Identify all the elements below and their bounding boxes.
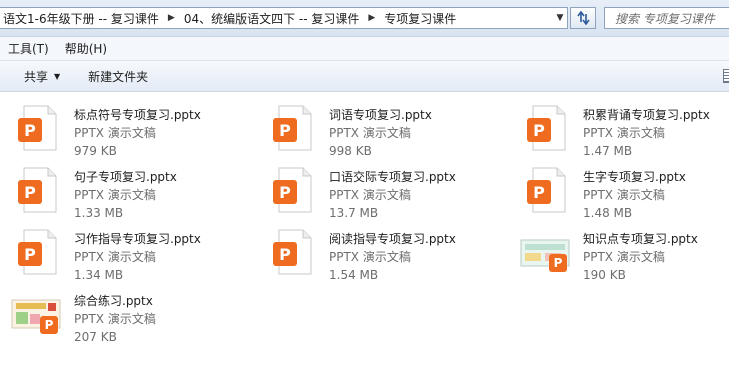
file-type: PPTX 演示文稿 bbox=[74, 312, 156, 326]
view-options-icon[interactable] bbox=[723, 69, 729, 83]
refresh-icon bbox=[577, 11, 590, 25]
file-name: 知识点专项复习.pptx bbox=[583, 232, 698, 246]
file-type: PPTX 演示文稿 bbox=[329, 188, 411, 202]
file-item[interactable]: P 标点符号专项复习.pptx PPTX 演示文稿 979 KB bbox=[10, 98, 250, 160]
breadcrumb-item[interactable]: 04、统编版语文四下 -- 复习课件 bbox=[180, 10, 364, 27]
address-dropdown-icon[interactable]: ▼ bbox=[552, 8, 568, 28]
svg-text:P: P bbox=[279, 121, 291, 140]
pptx-thumbnail: P bbox=[11, 299, 61, 334]
file-size: 207 KB bbox=[74, 330, 117, 344]
share-button[interactable]: 共享 ▼ bbox=[14, 68, 70, 85]
file-item[interactable]: P 积累背诵专项复习.pptx PPTX 演示文稿 1.47 MB bbox=[519, 98, 729, 160]
pptx-icon: P bbox=[273, 167, 312, 213]
file-name: 词语专项复习.pptx bbox=[329, 108, 432, 122]
file-item[interactable]: P 习作指导专项复习.pptx PPTX 演示文稿 1.34 MB bbox=[10, 222, 250, 284]
file-type: PPTX 演示文稿 bbox=[329, 250, 411, 264]
chevron-down-icon: ▼ bbox=[54, 71, 61, 81]
new-folder-button[interactable]: 新建文件夹 bbox=[78, 68, 158, 85]
address-row: 语文1-6年级下册 -- 复习课件 ▶ 04、统编版语文四下 -- 复习课件 ▶… bbox=[0, 0, 729, 37]
share-label: 共享 bbox=[24, 69, 49, 84]
pptx-icon: P bbox=[18, 167, 57, 213]
file-list: P 标点符号专项复习.pptx PPTX 演示文稿 979 KB P 词语专项复… bbox=[0, 92, 729, 392]
breadcrumb-item[interactable]: 专项复习课件 bbox=[380, 10, 460, 27]
svg-text:P: P bbox=[24, 121, 36, 140]
pptx-icon: P bbox=[527, 167, 566, 213]
file-type: PPTX 演示文稿 bbox=[583, 250, 665, 264]
menu-help[interactable]: 帮助(H) bbox=[57, 40, 115, 57]
file-size: 1.47 MB bbox=[583, 144, 633, 158]
file-name: 生字专项复习.pptx bbox=[583, 170, 686, 184]
svg-text:P: P bbox=[45, 318, 54, 332]
refresh-button[interactable] bbox=[570, 7, 596, 29]
pptx-icon: P bbox=[18, 229, 57, 275]
file-item[interactable]: P 知识点专项复习.pptx PPTX 演示文稿 190 KB bbox=[519, 222, 729, 284]
menu-tools[interactable]: 工具(T) bbox=[0, 40, 57, 57]
file-item[interactable]: P 口语交际专项复习.pptx PPTX 演示文稿 13.7 MB bbox=[265, 160, 505, 222]
file-type: PPTX 演示文稿 bbox=[74, 126, 156, 140]
pptx-thumbnail: P bbox=[520, 239, 570, 272]
file-item[interactable]: P 词语专项复习.pptx PPTX 演示文稿 998 KB bbox=[265, 98, 505, 160]
file-type: PPTX 演示文稿 bbox=[329, 126, 411, 140]
svg-text:P: P bbox=[279, 183, 291, 202]
breadcrumb-separator-icon[interactable]: ▶ bbox=[363, 13, 380, 23]
file-name: 标点符号专项复习.pptx bbox=[74, 108, 201, 122]
file-size: 190 KB bbox=[583, 268, 626, 282]
file-size: 1.33 MB bbox=[74, 206, 124, 220]
search-input[interactable]: 搜索 专项复习课件 bbox=[604, 7, 729, 29]
file-name: 积累背诵专项复习.pptx bbox=[583, 108, 710, 122]
file-size: 979 KB bbox=[74, 144, 117, 158]
file-type: PPTX 演示文稿 bbox=[583, 188, 665, 202]
file-type: PPTX 演示文稿 bbox=[74, 250, 156, 264]
file-name: 句子专项复习.pptx bbox=[74, 170, 177, 184]
file-item[interactable]: P 综合练习.pptx PPTX 演示文稿 207 KB bbox=[10, 284, 250, 346]
pptx-icon: P bbox=[18, 105, 57, 151]
file-item[interactable]: P 生字专项复习.pptx PPTX 演示文稿 1.48 MB bbox=[519, 160, 729, 222]
file-name: 阅读指导专项复习.pptx bbox=[329, 232, 456, 246]
menu-bar: 工具(T) 帮助(H) bbox=[0, 37, 729, 61]
file-size: 1.48 MB bbox=[583, 206, 633, 220]
svg-text:P: P bbox=[533, 183, 545, 202]
breadcrumb-separator-icon[interactable]: ▶ bbox=[163, 13, 180, 23]
file-name: 习作指导专项复习.pptx bbox=[74, 232, 201, 246]
pptx-icon: P bbox=[527, 105, 566, 151]
breadcrumb-item[interactable]: 语文1-6年级下册 -- 复习课件 bbox=[0, 10, 163, 27]
pptx-icon: P bbox=[273, 229, 312, 275]
svg-text:P: P bbox=[533, 121, 545, 140]
file-size: 998 KB bbox=[329, 144, 372, 158]
svg-text:P: P bbox=[279, 245, 291, 264]
file-size: 1.34 MB bbox=[74, 268, 124, 282]
pptx-icon: P bbox=[273, 105, 312, 151]
file-item[interactable]: P 阅读指导专项复习.pptx PPTX 演示文稿 1.54 MB bbox=[265, 222, 505, 284]
file-type: PPTX 演示文稿 bbox=[74, 188, 156, 202]
svg-text:P: P bbox=[24, 183, 36, 202]
file-name: 综合练习.pptx bbox=[74, 294, 153, 308]
file-size: 1.54 MB bbox=[329, 268, 379, 282]
file-type: PPTX 演示文稿 bbox=[583, 126, 665, 140]
file-name: 口语交际专项复习.pptx bbox=[329, 170, 456, 184]
address-bar[interactable]: 语文1-6年级下册 -- 复习课件 ▶ 04、统编版语文四下 -- 复习课件 ▶… bbox=[0, 7, 568, 29]
svg-text:P: P bbox=[554, 256, 563, 270]
file-item[interactable]: P 句子专项复习.pptx PPTX 演示文稿 1.33 MB bbox=[10, 160, 250, 222]
file-size: 13.7 MB bbox=[329, 206, 379, 220]
command-bar: 共享 ▼ 新建文件夹 bbox=[0, 61, 729, 92]
svg-text:P: P bbox=[24, 245, 36, 264]
